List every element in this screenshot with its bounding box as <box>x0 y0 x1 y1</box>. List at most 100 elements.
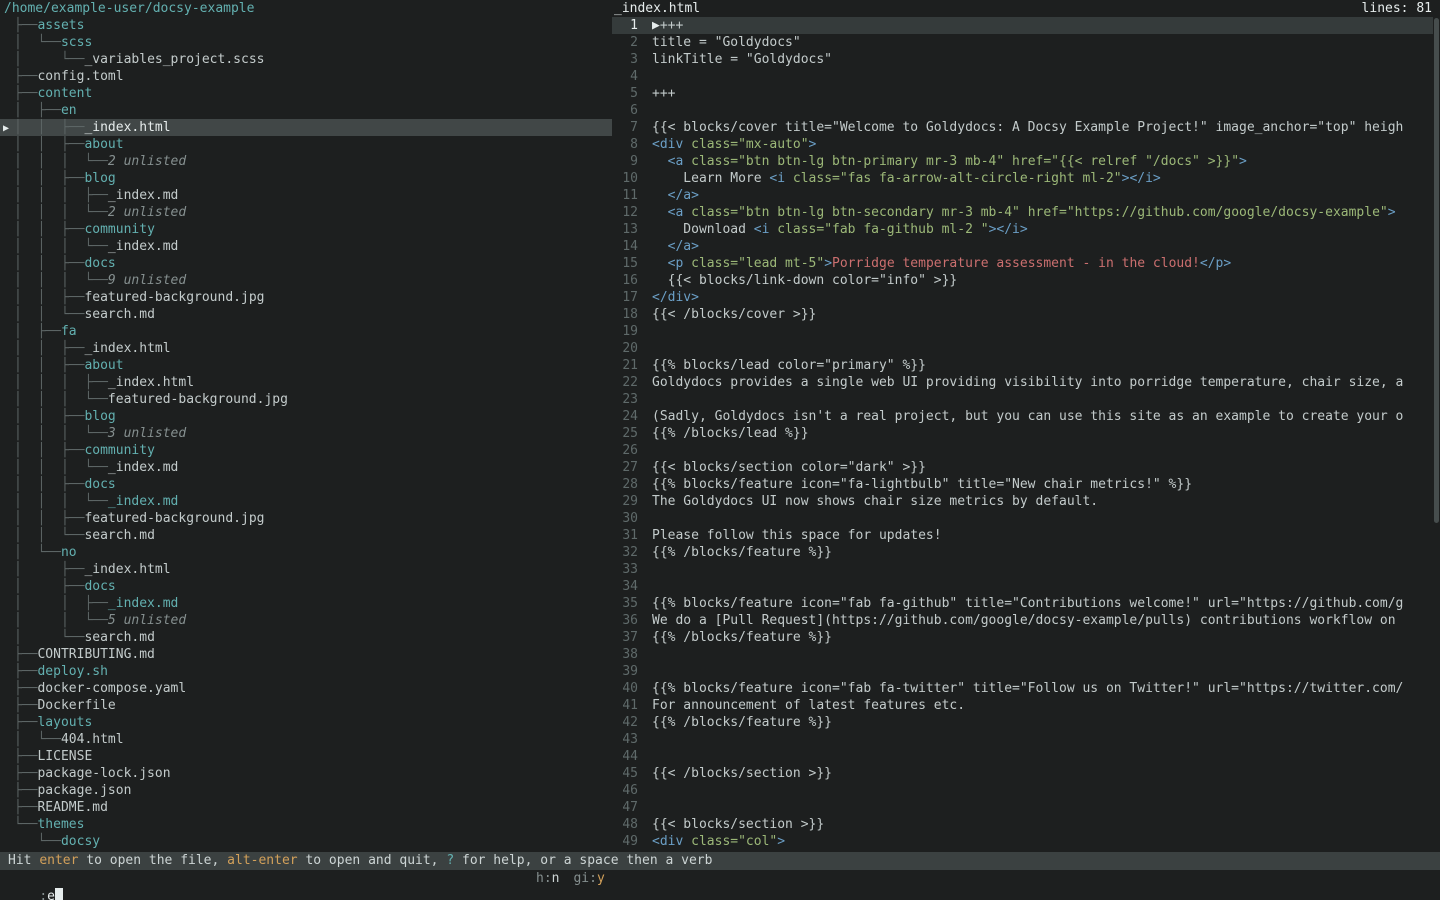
preview-scrollbar[interactable] <box>1433 17 1440 851</box>
line-number: 10 <box>612 170 638 187</box>
code-line: 4 <box>612 68 1440 85</box>
line-content: {{% blocks/feature icon="fab fa-twitter"… <box>652 680 1403 697</box>
tree-row[interactable]: │ │ ├──_index.html <box>0 340 612 357</box>
tree-row[interactable]: └──themes <box>0 816 612 833</box>
tree-row[interactable]: │ ├──docs <box>0 578 612 595</box>
flag-value: y <box>597 871 605 886</box>
tree-entry-name: _index.md <box>108 460 178 475</box>
tree-row[interactable]: ▶│ │ ├──_index.html <box>0 119 612 136</box>
code-token: href="{{< relref "/docs" >}}" <box>1012 154 1239 169</box>
tree-branch: │ │ │ └── <box>14 154 108 169</box>
tree-row[interactable]: │ └──search.md <box>0 629 612 646</box>
flag-label: h: <box>536 871 552 886</box>
tree-branch: │ │ ├── <box>14 358 84 373</box>
tree-entry-name: LICENSE <box>37 749 92 764</box>
tree-row[interactable]: │ │ ├──community <box>0 442 612 459</box>
tree-entry-name: package.json <box>37 783 131 798</box>
tree-row[interactable]: ├──content <box>0 85 612 102</box>
tree-row[interactable]: │ │ ├──blog <box>0 408 612 425</box>
code-token <box>652 256 668 271</box>
tree-row[interactable]: │ ├──_index.html <box>0 561 612 578</box>
code-token: {{< blocks/cover title="Welcome to Goldy… <box>652 120 1403 135</box>
preview-scrollbar-thumb[interactable] <box>1434 18 1439 523</box>
tree-entry-name: Dockerfile <box>37 698 115 713</box>
code-token <box>652 188 668 203</box>
tree-row[interactable]: │ └──no <box>0 544 612 561</box>
line-number: 31 <box>612 527 638 544</box>
tree-branch: ├── <box>14 749 37 764</box>
code-token: > <box>777 834 785 849</box>
code-token: Learn More <box>652 171 769 186</box>
tree-row[interactable]: │ └──scss <box>0 34 612 51</box>
code-line: 1▶+++ <box>612 17 1440 34</box>
tree-branch: └── <box>14 817 37 832</box>
code-line: 7{{< blocks/cover title="Welcome to Gold… <box>612 119 1440 136</box>
line-number: 30 <box>612 510 638 527</box>
tree-row[interactable]: │ │ ├──community <box>0 221 612 238</box>
tree-row[interactable]: │ │ └──search.md <box>0 306 612 323</box>
tree-row[interactable]: │ │ │ └──_index.md <box>0 238 612 255</box>
tree-row[interactable]: │ │ ├──docs <box>0 255 612 272</box>
tree-branch: │ │ ├── <box>14 443 84 458</box>
tree-row[interactable]: │ │ │ └──3 unlisted <box>0 425 612 442</box>
tree-row[interactable]: │ │ ├──blog <box>0 170 612 187</box>
tree-row[interactable]: │ │ │ └──2 unlisted <box>0 153 612 170</box>
line-content: (Sadly, Goldydocs isn't a real project, … <box>652 408 1403 425</box>
tree-row[interactable]: │ └──404.html <box>0 731 612 748</box>
tree-branch: │ │ ├── <box>14 596 108 611</box>
tree-row[interactable]: │ │ ├──about <box>0 136 612 153</box>
tree-row[interactable]: ├──config.toml <box>0 68 612 85</box>
tree-row[interactable]: │ │ ├──featured-background.jpg <box>0 289 612 306</box>
code-line: 28{{% blocks/feature icon="fa-lightbulb"… <box>612 476 1440 493</box>
tree-entry-name: content <box>37 86 92 101</box>
status-key-hint: ? <box>446 853 454 868</box>
tree-row[interactable]: │ │ │ └──9 unlisted <box>0 272 612 289</box>
line-content: The Goldydocs UI now shows chair size me… <box>652 493 1098 510</box>
tree-row[interactable]: ├──assets <box>0 17 612 34</box>
command-input-bar[interactable]: :e h:ngi:y <box>0 870 1440 888</box>
tree-row[interactable]: │ └──_variables_project.scss <box>0 51 612 68</box>
tree-entry-name: featured-background.jpg <box>108 392 288 407</box>
code-token: We do a [Pull Request](https://github.co… <box>652 613 1403 628</box>
line-content: Please follow this space for updates! <box>652 527 942 544</box>
tree-row[interactable]: │ ├──en <box>0 102 612 119</box>
tree-row[interactable]: │ ├──fa <box>0 323 612 340</box>
tree-row[interactable]: ├──CONTRIBUTING.md <box>0 646 612 663</box>
tree-entry-name: fa <box>61 324 77 339</box>
mode-flags: h:ngi:y <box>536 870 619 888</box>
tree-row[interactable]: │ │ │ └──_index.md <box>0 493 612 510</box>
tree-row[interactable]: │ │ │ └──_index.md <box>0 459 612 476</box>
tree-row[interactable]: ├──Dockerfile <box>0 697 612 714</box>
code-token: {{< /blocks/cover >}} <box>652 307 816 322</box>
tree-row[interactable]: │ │ └──search.md <box>0 527 612 544</box>
tree-branch: │ └── <box>14 630 84 645</box>
tree-entry-name: _index.md <box>108 188 178 203</box>
line-content: linkTitle = "Goldydocs" <box>652 51 832 68</box>
tree-row[interactable]: └──docsy <box>0 833 612 850</box>
tree-row[interactable]: ├──package-lock.json <box>0 765 612 782</box>
code-line: 36We do a [Pull Request](https://github.… <box>612 612 1440 629</box>
tree-row[interactable]: │ │ ├──docs <box>0 476 612 493</box>
tree-row[interactable]: │ │ ├──_index.md <box>0 595 612 612</box>
code-line: 11 </a> <box>612 187 1440 204</box>
tree-row[interactable]: │ │ ├──featured-background.jpg <box>0 510 612 527</box>
tree-row[interactable]: │ │ │ └──2 unlisted <box>0 204 612 221</box>
code-line: 47 <box>612 799 1440 816</box>
tree-row[interactable]: ├──deploy.sh <box>0 663 612 680</box>
line-content: </div> <box>652 289 699 306</box>
code-token: {{% blocks/feature icon="fa-lightbulb" t… <box>652 477 1192 492</box>
code-token: > <box>809 137 817 152</box>
tree-row[interactable]: ├──README.md <box>0 799 612 816</box>
tree-row[interactable]: │ │ │ ├──_index.md <box>0 187 612 204</box>
tree-row[interactable]: │ │ ├──about <box>0 357 612 374</box>
line-content: <a class="btn btn-lg btn-primary mr-3 mb… <box>652 153 1247 170</box>
tree-row[interactable]: ├──layouts <box>0 714 612 731</box>
code-token <box>683 137 691 152</box>
tree-row[interactable]: ├──package.json <box>0 782 612 799</box>
code-line: 45{{< /blocks/section >}} <box>612 765 1440 782</box>
tree-row[interactable]: ├──docker-compose.yaml <box>0 680 612 697</box>
tree-row[interactable]: │ │ │ ├──_index.html <box>0 374 612 391</box>
tree-row[interactable]: │ │ │ └──featured-background.jpg <box>0 391 612 408</box>
tree-row[interactable]: ├──LICENSE <box>0 748 612 765</box>
tree-row[interactable]: │ │ └──5 unlisted <box>0 612 612 629</box>
